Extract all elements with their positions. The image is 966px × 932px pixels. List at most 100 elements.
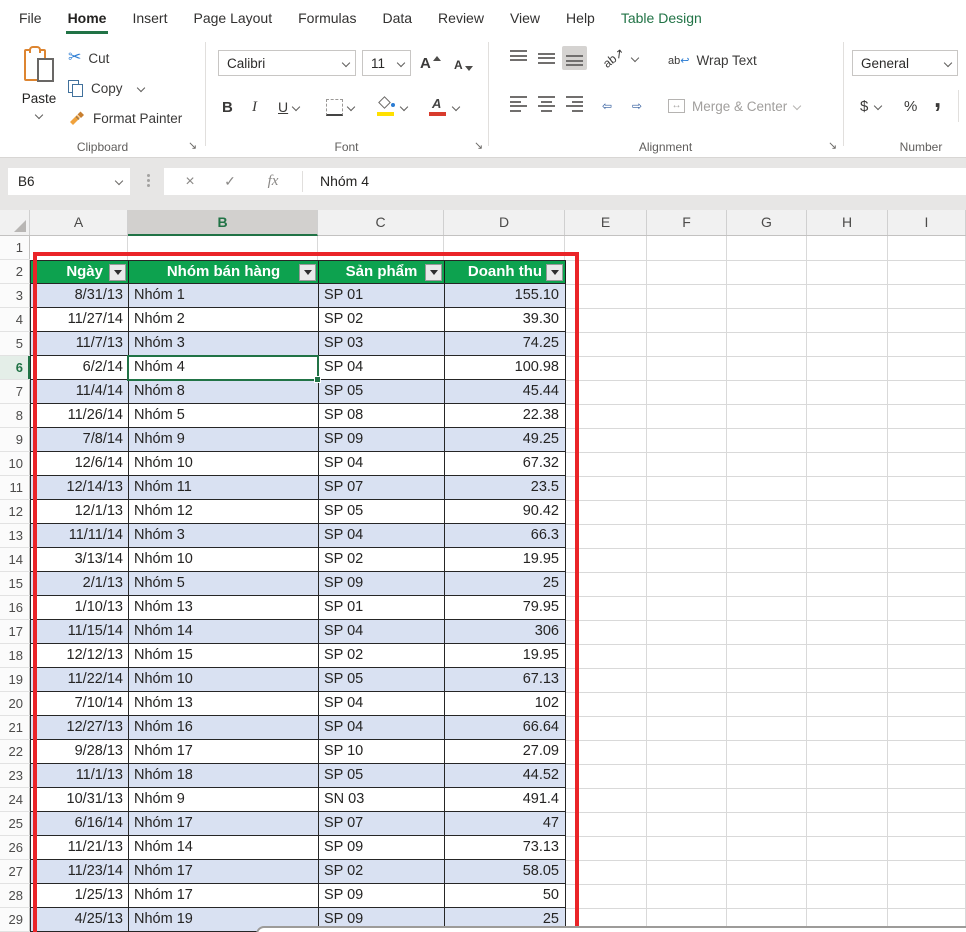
table-cell[interactable]: 11/23/14: [31, 860, 129, 883]
table-cell[interactable]: 58.05: [445, 860, 566, 883]
table-cell[interactable]: 73.13: [445, 836, 566, 859]
tab-file[interactable]: File: [6, 0, 55, 36]
table-cell[interactable]: 39.30: [445, 308, 566, 331]
italic-button[interactable]: I: [252, 94, 257, 120]
table-cell[interactable]: SP 05: [319, 668, 445, 691]
table-cell[interactable]: SP 05: [319, 764, 445, 787]
table-cell[interactable]: 306: [445, 620, 566, 643]
table-cell[interactable]: 11/26/14: [31, 404, 129, 427]
row-header-28[interactable]: 28: [0, 884, 30, 908]
table-cell[interactable]: Nhóm 5: [129, 404, 319, 427]
table-cell[interactable]: 66.3: [445, 524, 566, 547]
table-cell[interactable]: 6/2/14: [31, 356, 129, 379]
row-header-13[interactable]: 13: [0, 524, 30, 548]
align-right-button[interactable]: [562, 92, 587, 116]
tab-data[interactable]: Data: [369, 0, 425, 36]
row-header-4[interactable]: 4: [0, 308, 30, 332]
table-cell[interactable]: 25: [445, 572, 566, 595]
font-dialog-launcher[interactable]: ↘: [474, 140, 483, 152]
row-header-29[interactable]: 29: [0, 908, 30, 932]
table-cell[interactable]: Nhóm 17: [129, 860, 319, 883]
row-header-12[interactable]: 12: [0, 500, 30, 524]
copy-button[interactable]: Copy: [68, 76, 144, 100]
table-cell[interactable]: 6/16/14: [31, 812, 129, 835]
table-cell[interactable]: 74.25: [445, 332, 566, 355]
table-cell[interactable]: 11/21/13: [31, 836, 129, 859]
table-cell[interactable]: 8/31/13: [31, 284, 129, 307]
clipboard-dialog-launcher[interactable]: ↘: [188, 140, 197, 152]
decrease-indent-button[interactable]: ⇦: [602, 94, 612, 118]
table-cell[interactable]: 22.38: [445, 404, 566, 427]
row-header-19[interactable]: 19: [0, 668, 30, 692]
orientation-dropdown-chevron[interactable]: [631, 54, 639, 62]
row-header-14[interactable]: 14: [0, 548, 30, 572]
table-cell[interactable]: 4/25/13: [31, 908, 129, 931]
table-cell[interactable]: Nhóm 17: [129, 812, 319, 835]
merge-center-dropdown-chevron[interactable]: [793, 102, 801, 110]
row-header-5[interactable]: 5: [0, 332, 30, 356]
enter-check-icon[interactable]: ✓: [218, 168, 242, 195]
underline-button[interactable]: U: [278, 94, 299, 120]
table-cell[interactable]: SP 08: [319, 404, 445, 427]
table-cell[interactable]: 11/4/14: [31, 380, 129, 403]
formula-bar-grip[interactable]: [147, 174, 150, 187]
column-header-b[interactable]: B: [128, 210, 318, 236]
alignment-dialog-launcher[interactable]: ↘: [828, 140, 837, 152]
row-header-26[interactable]: 26: [0, 836, 30, 860]
table-cell[interactable]: SP 10: [319, 740, 445, 763]
table-cell[interactable]: 12/27/13: [31, 716, 129, 739]
table-cell[interactable]: 19.95: [445, 644, 566, 667]
table-cell[interactable]: Nhóm 16: [129, 716, 319, 739]
table-cell[interactable]: 47: [445, 812, 566, 835]
table-cell[interactable]: Nhóm 10: [129, 668, 319, 691]
row-header-27[interactable]: 27: [0, 860, 30, 884]
row-header-23[interactable]: 23: [0, 764, 30, 788]
copy-dropdown-chevron[interactable]: [136, 84, 144, 92]
table-cell[interactable]: 10/31/13: [31, 788, 129, 811]
table-cell[interactable]: 79.95: [445, 596, 566, 619]
row-header-8[interactable]: 8: [0, 404, 30, 428]
comma-style-button[interactable]: ,: [934, 86, 941, 110]
percent-style-button[interactable]: %: [904, 94, 917, 118]
format-painter-button[interactable]: Format Painter: [68, 106, 182, 130]
table-cell[interactable]: SP 09: [319, 428, 445, 451]
table-cell[interactable]: SP 01: [319, 284, 445, 307]
tab-formulas[interactable]: Formulas: [285, 0, 369, 36]
orientation-button[interactable]: ab↗: [602, 46, 638, 70]
merge-center-button[interactable]: ↔ Merge & Center: [668, 94, 800, 118]
accounting-format-button[interactable]: $: [860, 94, 881, 118]
borders-dropdown-chevron[interactable]: [347, 103, 355, 111]
font-name-combobox[interactable]: Calibri: [218, 50, 356, 76]
wrap-text-button[interactable]: ab↩ Wrap Text: [668, 48, 757, 72]
table-cell[interactable]: Nhóm 17: [129, 884, 319, 907]
formula-input-area[interactable]: × ✓ fx Nhóm 4: [164, 168, 966, 195]
table-cell[interactable]: 12/6/14: [31, 452, 129, 475]
row-header-24[interactable]: 24: [0, 788, 30, 812]
column-header-i[interactable]: I: [888, 210, 966, 235]
filter-button[interactable]: [109, 264, 126, 281]
table-cell[interactable]: 50: [445, 884, 566, 907]
table-cell[interactable]: SP 04: [319, 620, 445, 643]
row-header-2[interactable]: 2: [0, 260, 30, 284]
table-cell[interactable]: SP 04: [319, 692, 445, 715]
table-cell[interactable]: SN 03: [319, 788, 445, 811]
table-cell[interactable]: 45.44: [445, 380, 566, 403]
insert-function-icon[interactable]: fx: [260, 168, 286, 195]
tab-view[interactable]: View: [497, 0, 553, 36]
underline-dropdown-chevron[interactable]: [292, 103, 300, 111]
table-cell[interactable]: 19.95: [445, 548, 566, 571]
table-cell[interactable]: SP 07: [319, 476, 445, 499]
font-size-combobox[interactable]: 11: [362, 50, 411, 76]
row-header-20[interactable]: 20: [0, 692, 30, 716]
filter-button[interactable]: [425, 264, 442, 281]
font-color-button[interactable]: A: [428, 94, 459, 120]
column-header-e[interactable]: E: [565, 210, 647, 235]
row-header-18[interactable]: 18: [0, 644, 30, 668]
tab-review[interactable]: Review: [425, 0, 497, 36]
row-header-16[interactable]: 16: [0, 596, 30, 620]
table-cell[interactable]: 67.32: [445, 452, 566, 475]
table-cell[interactable]: 11/7/13: [31, 332, 129, 355]
top-align-button[interactable]: [506, 46, 531, 70]
table-cell[interactable]: 12/14/13: [31, 476, 129, 499]
table-cell[interactable]: SP 04: [319, 356, 445, 379]
